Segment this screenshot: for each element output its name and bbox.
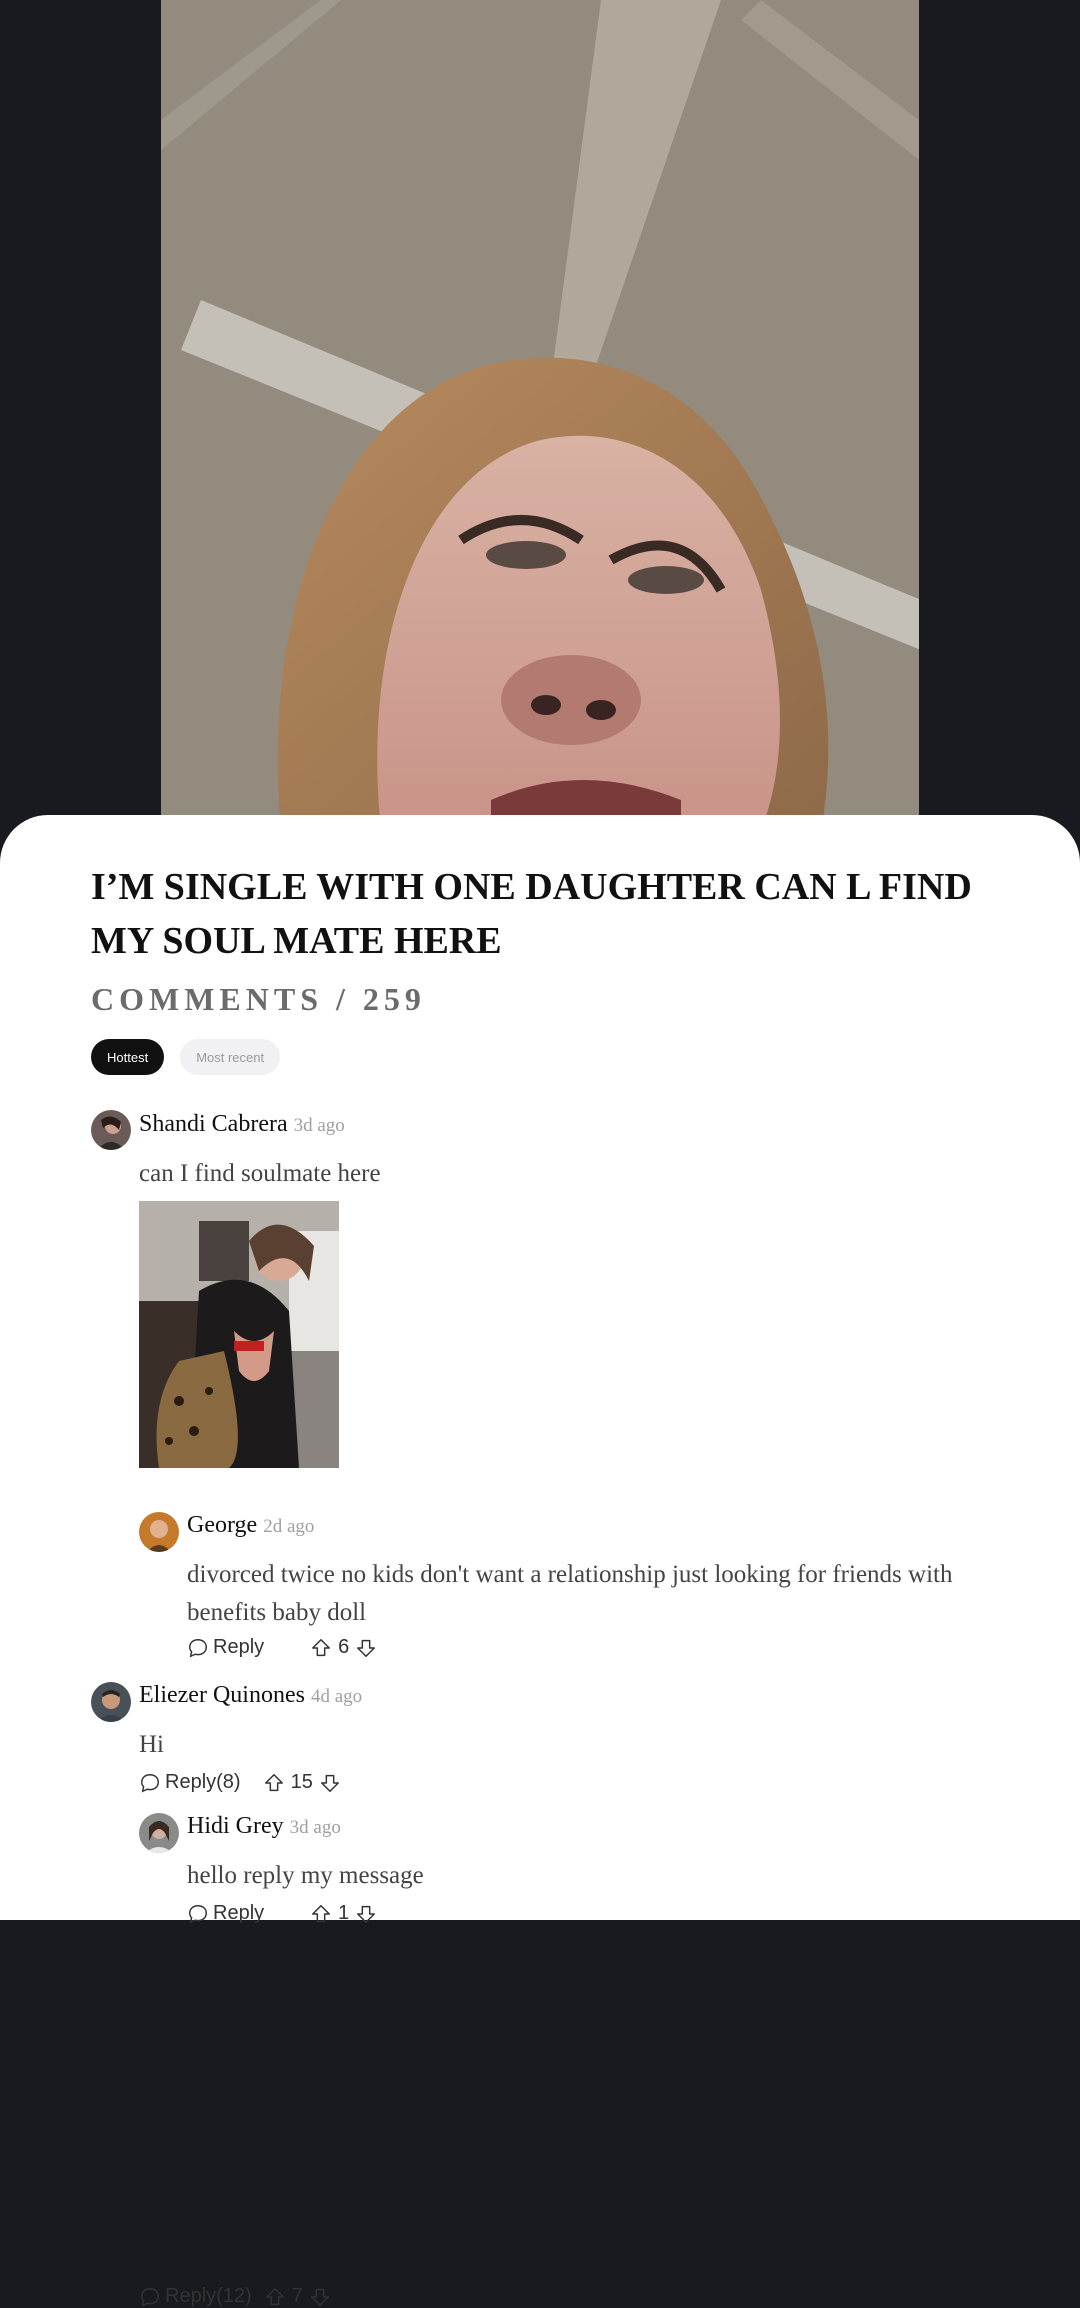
tab-hottest[interactable]: Hottest (91, 1039, 165, 1075)
upvote-icon[interactable] (263, 1772, 285, 1794)
vote-count: 15 (290, 1771, 313, 1793)
comment-author[interactable]: Shandi Cabrera 3d ago (139, 1111, 345, 1138)
video-player[interactable] (161, 0, 919, 830)
comment-actions: Reply(8) 15 (139, 1771, 341, 1794)
avatar[interactable] (91, 1110, 131, 1150)
vote-group: 15 (263, 1771, 341, 1794)
comment-time: 2d ago (263, 1516, 315, 1537)
comment-time: 4d ago (310, 1686, 363, 1707)
comment-text: Hi (139, 1731, 164, 1758)
reply-button[interactable]: Reply(12) (139, 2285, 252, 2308)
comment-author[interactable]: Eliezer Quinones 4d ago (139, 1682, 362, 1709)
author-name[interactable]: Eliezer Quinones (139, 1682, 305, 1708)
reply-label: Reply (213, 1636, 265, 1658)
comment-text: can I find soulmate here (139, 1160, 381, 1187)
comments-sheet: I’M SINGLE WITH ONE DAUGHTER CAN L FIND … (0, 815, 1080, 2307)
downvote-icon[interactable] (355, 1903, 377, 1925)
reply-label: Reply(8) (165, 1771, 241, 1793)
comment-actions: Reply(12) 7 (139, 2285, 331, 2308)
vote-group: 7 (264, 2285, 331, 2308)
reply-label: Reply (213, 1902, 265, 1924)
speech-bubble-icon (141, 1773, 159, 1792)
upvote-icon[interactable] (264, 2286, 286, 2308)
reply-label: Reply(12) (165, 2285, 252, 2307)
speech-bubble-icon (189, 1638, 207, 1657)
vote-group: 1 (310, 1902, 377, 1925)
upvote-icon[interactable] (310, 1903, 332, 1925)
comment-text: divorced twice no kids don't want a rela… (187, 1561, 953, 1626)
tab-most-recent[interactable]: Most recent (180, 1039, 281, 1075)
speech-bubble-icon (141, 2287, 159, 2306)
post-title: I’M SINGLE WITH ONE DAUGHTER CAN L FIND … (91, 866, 972, 962)
comment-actions: Reply 1 (187, 1902, 377, 1925)
comment-time: 3d ago (289, 1817, 341, 1838)
video-frame-image (161, 0, 919, 830)
vote-count: 7 (291, 2285, 303, 2307)
reply-button[interactable]: Reply(8) (139, 1771, 241, 1794)
comments-count-header: COMMENTS / 259 (91, 981, 426, 1017)
vote-count: 1 (338, 1902, 350, 1924)
comment-author[interactable]: George 2d ago (187, 1512, 314, 1539)
author-name[interactable]: Shandi Cabrera (139, 1111, 288, 1137)
video-area (0, 0, 1080, 830)
downvote-icon[interactable] (319, 1772, 341, 1794)
downvote-icon[interactable] (355, 1637, 377, 1659)
speech-bubble-icon (189, 1904, 207, 1923)
comment-actions: Reply 6 (187, 1636, 377, 1659)
avatar[interactable] (91, 1682, 131, 1722)
comment-text: hello reply my message (187, 1862, 424, 1889)
reply-button[interactable]: Reply (187, 1636, 264, 1659)
comment-time: 3d ago (293, 1115, 345, 1136)
reply-button[interactable]: Reply (187, 1902, 264, 1925)
vote-group: 6 (310, 1636, 377, 1659)
downvote-icon[interactable] (309, 2286, 331, 2308)
vote-count: 6 (338, 1636, 350, 1658)
avatar[interactable] (139, 1512, 179, 1552)
comment-author[interactable]: Hidi Grey 3d ago (187, 1813, 341, 1840)
author-name[interactable]: Hidi Grey (187, 1813, 284, 1839)
author-name[interactable]: George (187, 1512, 257, 1538)
upvote-icon[interactable] (310, 1637, 332, 1659)
avatar[interactable] (139, 1813, 179, 1853)
sort-tabs: Hottest Most recent (91, 1039, 281, 1075)
comment-photo[interactable] (139, 1201, 339, 1468)
